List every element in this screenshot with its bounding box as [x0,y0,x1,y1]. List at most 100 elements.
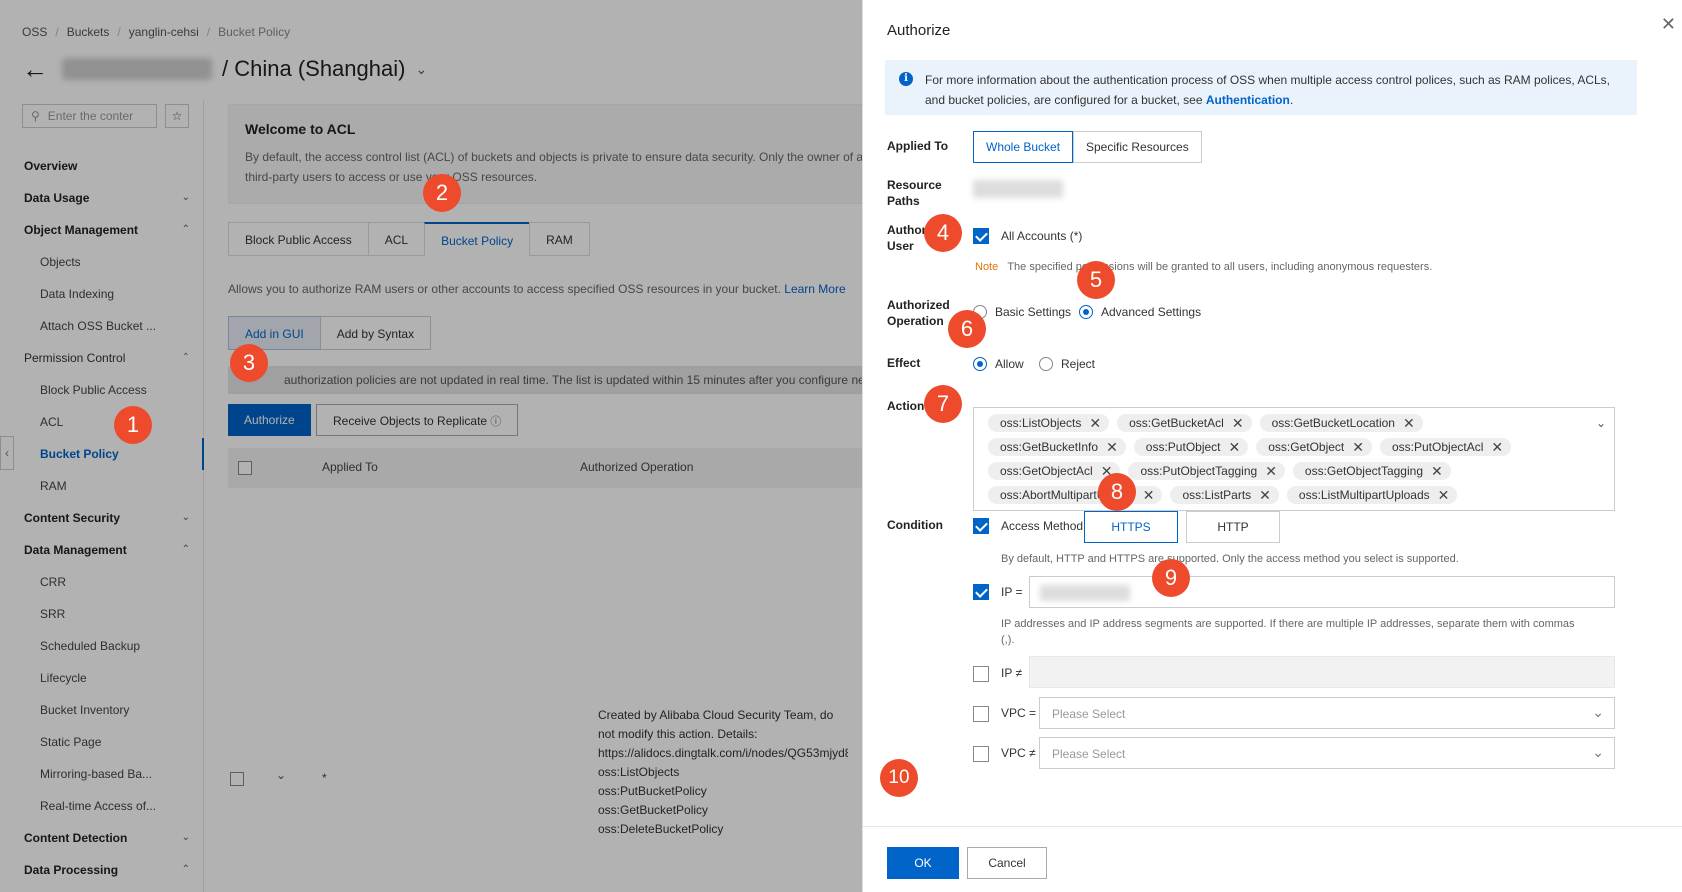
access-method-checkbox[interactable] [973,518,989,534]
action-tag-label: oss:PutObject [1145,440,1221,454]
action-tags: oss:ListObjects ✕ oss:GetBucketAcl ✕ oss:Get… [988,414,1568,504]
vpc-eq-select[interactable]: Please Select ⌄ [1039,697,1615,729]
allow-radio[interactable] [973,357,987,371]
chevron-down-icon: ⌄ [1592,704,1604,720]
https-button[interactable]: HTTPS [1084,511,1178,543]
note-text: The specified permissions will be grante… [1007,261,1433,273]
applied-to-label: Applied To [887,139,949,153]
ip-eq-input[interactable] [1029,576,1615,608]
authorized-operation-label: Authorized Operation [887,298,950,328]
action-tag-label: oss:GetObjectTagging [1304,464,1423,478]
advanced-settings-radio[interactable] [1079,305,1093,319]
ip-eq-checkbox[interactable] [973,584,989,600]
remove-tag-icon[interactable]: ✕ [1229,438,1241,456]
step-marker: 9 [1152,559,1190,597]
action-tag-label: oss:PutObjectTagging [1140,464,1258,478]
ip-eq-label: IP = [1001,585,1023,599]
access-method-label: Access Method [1001,519,1084,533]
all-accounts-checkbox[interactable] [973,228,989,244]
remove-tag-icon[interactable]: ✕ [1438,486,1450,504]
action-tag: oss:GetObject ✕ [1256,438,1372,456]
remove-tag-icon[interactable]: ✕ [1089,414,1101,432]
remove-tag-icon[interactable]: ✕ [1259,486,1271,504]
action-tag-label: oss:GetBucketInfo [1000,440,1099,454]
action-tag: oss:GetObjectAcl ✕ [988,462,1121,480]
whole-bucket-button[interactable]: Whole Bucket [973,131,1074,163]
authorize-drawer: Authorize ✕ i For more information about… [862,0,1682,892]
vpc-neq-label: VPC ≠ [1001,746,1036,760]
ip-neq-label: IP ≠ [1001,666,1023,680]
vpc-eq-placeholder: Please Select [1052,707,1126,721]
step-marker: 5 [1077,261,1115,299]
action-tag: oss:GetBucketLocation ✕ [1259,414,1423,432]
chevron-down-icon[interactable]: ⌄ [1596,416,1606,430]
reject-radio[interactable] [1039,357,1053,371]
action-tag: oss:ListMultipartUploads ✕ [1286,486,1458,504]
ip-neq-input[interactable] [1029,656,1615,688]
action-tag: oss:PutObjectTagging ✕ [1128,462,1285,480]
info-banner: i For more information about the authent… [885,60,1637,115]
step-marker: 3 [230,344,268,382]
action-tag-label: oss:ListMultipartUploads [1298,488,1430,502]
advanced-settings-label: Advanced Settings [1101,305,1202,319]
resource-paths-label: Resource Paths [887,178,942,208]
vpc-neq-placeholder: Please Select [1052,747,1126,761]
authentication-link[interactable]: Authentication [1206,93,1290,107]
ip-value-redacted [1040,585,1130,601]
vpc-neq-select[interactable]: Please Select ⌄ [1039,737,1615,769]
access-method-help: By default, HTTP and HTTPS are supported… [1001,553,1459,565]
specific-resources-button[interactable]: Specific Resources [1073,131,1202,163]
note-row: Note The specified permissions will be g… [975,261,1432,273]
action-tag: oss:GetObjectTagging ✕ [1292,462,1451,480]
action-tag: oss:AbortMultipartUpload ✕ [988,486,1163,504]
remove-tag-icon[interactable]: ✕ [1106,438,1118,456]
action-tag: oss:GetBucketAcl ✕ [1117,414,1252,432]
note-keyword: Note [975,261,999,273]
vpc-neq-checkbox[interactable] [973,746,989,762]
remove-tag-icon[interactable]: ✕ [1232,414,1244,432]
vpc-eq-label: VPC = [1001,706,1037,720]
action-tag-label: oss:GetObject [1268,440,1345,454]
info-tail: . [1289,93,1294,107]
chevron-down-icon: ⌄ [1592,744,1604,760]
action-tag-label: oss:GetObjectAcl [1000,464,1093,478]
remove-tag-icon[interactable]: ✕ [1491,438,1503,456]
action-tag: oss:GetBucketInfo ✕ [988,438,1126,456]
action-tag: oss:ListParts ✕ [1170,486,1279,504]
modal-overlay[interactable] [0,0,862,892]
action-tag-label: oss:GetBucketLocation [1271,416,1395,430]
drawer-footer: OK Cancel [863,826,1682,892]
step-marker: 8 [1098,473,1136,511]
condition-label: Condition [887,518,943,532]
reject-label: Reject [1061,357,1096,371]
step-marker: 7 [924,385,962,423]
remove-tag-icon[interactable]: ✕ [1265,462,1277,480]
action-tag-label: oss:PutObjectAcl [1392,440,1484,454]
step-marker: 2 [423,174,461,212]
resource-path-redacted [973,180,1063,198]
step-marker: 4 [924,214,962,252]
all-accounts-label: All Accounts (*) [1001,229,1083,243]
close-icon[interactable]: ✕ [1661,14,1676,35]
ip-help-2: (,). [1001,634,1015,646]
remove-tag-icon[interactable]: ✕ [1352,438,1364,456]
allow-label: Allow [995,357,1024,371]
http-button[interactable]: HTTP [1186,511,1280,543]
ip-neq-checkbox[interactable] [973,666,989,682]
remove-tag-icon[interactable]: ✕ [1143,486,1155,504]
actions-select[interactable]: oss:ListObjects ✕ oss:GetBucketAcl ✕ oss:Get… [973,407,1615,511]
step-marker: 1 [114,406,152,444]
action-tag-label: oss:GetBucketAcl [1129,416,1224,430]
step-marker: 10 [880,759,918,797]
drawer-title: Authorize [887,22,951,39]
cancel-button[interactable]: Cancel [967,847,1047,879]
remove-tag-icon[interactable]: ✕ [1431,462,1443,480]
remove-tag-icon[interactable]: ✕ [1403,414,1415,432]
action-tag-label: oss:ListParts [1182,488,1252,502]
ok-button[interactable]: OK [887,847,959,879]
action-tag-label: oss:ListObjects [1000,416,1082,430]
step-marker: 6 [948,310,986,348]
vpc-eq-checkbox[interactable] [973,706,989,722]
info-icon: i [899,72,913,86]
effect-label: Effect [887,356,921,370]
